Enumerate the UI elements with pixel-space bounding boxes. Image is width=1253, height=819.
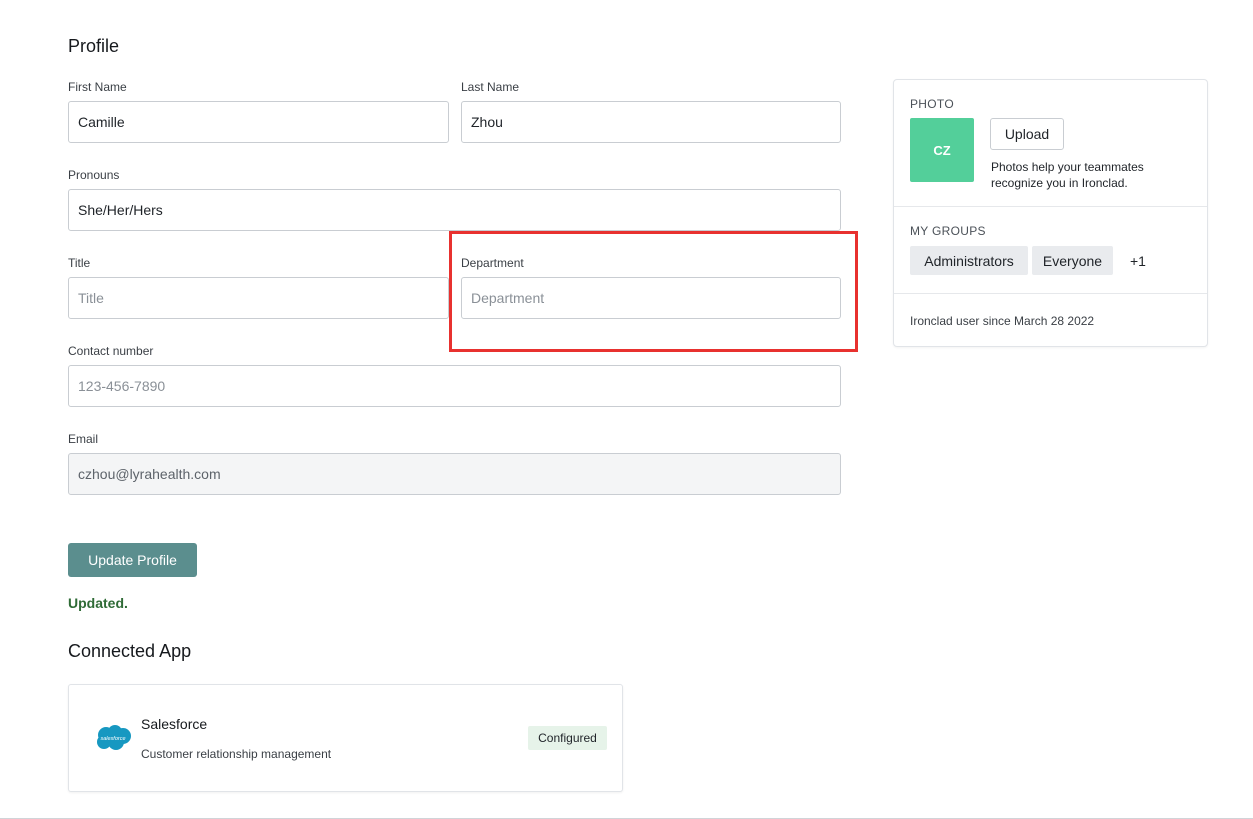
contact-number-label: Contact number <box>68 344 154 358</box>
avatar: CZ <box>910 118 974 182</box>
contact-number-input[interactable] <box>68 365 841 407</box>
sidebar-divider <box>894 206 1207 207</box>
salesforce-cloud-icon: salesforce <box>97 725 131 750</box>
department-input[interactable] <box>461 277 841 319</box>
photo-help-text: Photos help your teammates recognize you… <box>991 160 1144 190</box>
app-description: Customer relationship management <box>141 747 332 761</box>
department-label: Department <box>461 256 524 270</box>
update-status-message: Updated. <box>68 595 128 611</box>
update-profile-button[interactable]: Update Profile <box>68 543 197 577</box>
title-label: Title <box>68 256 91 270</box>
profile-side-card: PHOTO CZ Upload Photos help your teammat… <box>893 79 1208 347</box>
profile-title: Profile <box>68 36 120 56</box>
first-name-input[interactable] <box>68 101 449 143</box>
salesforce-app-card[interactable]: salesforce Salesforce Customer relations… <box>68 684 623 792</box>
app-name: Salesforce <box>141 716 208 732</box>
photo-caption: PHOTO <box>910 97 954 111</box>
upload-photo-button[interactable]: Upload <box>990 118 1064 150</box>
pronouns-input[interactable] <box>68 189 841 231</box>
group-chip-everyone[interactable]: Everyone <box>1032 246 1113 275</box>
groups-more-count[interactable]: +1 <box>1130 253 1146 269</box>
salesforce-logo-text: salesforce <box>100 736 125 742</box>
last-name-label: Last Name <box>461 80 520 94</box>
sidebar-divider <box>894 293 1207 294</box>
last-name-input[interactable] <box>461 101 841 143</box>
first-name-label: First Name <box>68 80 127 94</box>
email-label: Email <box>68 432 99 446</box>
member-since-text: Ironclad user since March 28 2022 <box>910 314 1095 328</box>
my-groups-caption: MY GROUPS <box>910 224 986 238</box>
configured-status-badge: Configured <box>528 726 607 750</box>
email-input[interactable] <box>68 453 841 495</box>
group-chip-administrators[interactable]: Administrators <box>910 246 1028 275</box>
connected-app-title: Connected App <box>68 641 192 661</box>
title-input[interactable] <box>68 277 449 319</box>
pronouns-label: Pronouns <box>68 168 120 182</box>
